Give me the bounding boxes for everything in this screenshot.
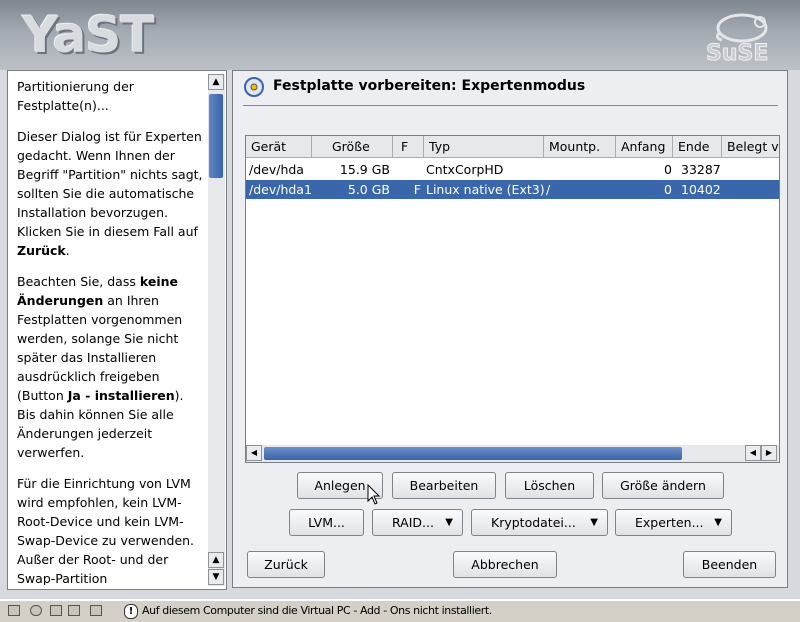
folder-icon[interactable] xyxy=(68,605,80,616)
scroll-right-icon[interactable]: ▶ xyxy=(761,445,777,461)
scroll-up-icon[interactable]: ▲ xyxy=(208,74,224,90)
abort-button[interactable]: Abbrechen xyxy=(453,551,557,578)
host-status-bar: ! Auf diesem Computer sind die Virtual P… xyxy=(0,600,800,622)
column-header-end[interactable]: Ende xyxy=(673,136,722,158)
column-header-mountpoint[interactable]: Mountp. xyxy=(544,136,616,158)
help-text: Partitionierung der Festplatte(n)... Die… xyxy=(17,77,203,585)
help-panel: Partitionierung der Festplatte(n)... Die… xyxy=(7,70,227,590)
finish-button[interactable]: Beenden xyxy=(683,551,776,578)
back-button[interactable]: Zurück xyxy=(247,551,325,578)
chevron-down-icon: ▼ xyxy=(590,517,598,528)
column-header-flag[interactable]: F xyxy=(393,136,424,158)
scroll-left-icon[interactable]: ◀ xyxy=(246,445,262,461)
partition-table[interactable]: Gerät Größe F Typ Mountp. Anfang Ende Be… xyxy=(245,135,780,463)
help-scrollbar[interactable]: ▲ ▲ ▼ xyxy=(208,74,225,586)
edit-button[interactable]: Bearbeiten xyxy=(392,472,496,499)
column-header-device[interactable]: Gerät xyxy=(246,136,312,158)
column-header-type[interactable]: Typ xyxy=(424,136,544,158)
expert-menu-button[interactable]: Experten... ▼ xyxy=(615,509,732,536)
info-icon: ! xyxy=(124,604,138,619)
chevron-down-icon: ▼ xyxy=(714,517,722,528)
cd-icon[interactable] xyxy=(30,605,42,616)
status-message: Auf diesem Computer sind die Virtual PC … xyxy=(142,604,492,617)
help-paragraph: Beachten Sie, dass keine Änderungen an I… xyxy=(17,274,184,460)
lvm-button[interactable]: LVM... xyxy=(289,509,364,536)
yast-header: YaST SuSE xyxy=(0,0,800,70)
mouse-cursor-icon xyxy=(367,484,381,505)
disk-icon xyxy=(244,77,264,97)
network-icon[interactable] xyxy=(90,605,102,616)
scroll-left-icon[interactable]: ◀ xyxy=(745,445,761,461)
column-header-used-by[interactable]: Belegt v xyxy=(722,136,779,158)
title-divider xyxy=(243,105,778,106)
help-scroll-thumb[interactable] xyxy=(209,94,223,178)
page-title: Festplatte vorbereiten: Expertenmodus xyxy=(273,78,586,94)
chevron-down-icon: ▼ xyxy=(445,517,453,528)
delete-button[interactable]: Löschen xyxy=(505,472,594,499)
raid-menu-button[interactable]: RAID... ▼ xyxy=(372,509,463,536)
scroll-down-icon[interactable]: ▼ xyxy=(208,569,224,585)
floppy-icon[interactable] xyxy=(50,605,62,616)
help-paragraph: Dieser Dialog ist für Experten gedacht. … xyxy=(17,129,203,258)
help-paragraph: Partitionierung der Festplatte(n)... xyxy=(17,79,134,113)
partitioner-panel: Festplatte vorbereiten: Expertenmodus Ge… xyxy=(232,70,788,588)
table-row-selected[interactable]: /dev/hda1 5.0 GB F Linux native (Ext3) /… xyxy=(246,180,779,199)
suse-logo-icon: SuSE xyxy=(706,13,769,64)
column-header-start[interactable]: Anfang xyxy=(616,136,673,158)
svg-text:SuSE: SuSE xyxy=(706,41,768,64)
column-header-size[interactable]: Größe xyxy=(312,136,393,158)
table-header: Gerät Größe F Typ Mountp. Anfang Ende Be… xyxy=(246,136,779,159)
scroll-up-icon[interactable]: ▲ xyxy=(208,552,224,568)
table-scroll-thumb[interactable] xyxy=(264,447,682,460)
resize-button[interactable]: Größe ändern xyxy=(602,472,724,499)
drive-icon[interactable] xyxy=(8,605,20,616)
table-row[interactable]: /dev/hda 15.9 GB CntxCorpHD 0 33287 xyxy=(246,160,779,179)
table-horizontal-scrollbar[interactable]: ◀ ◀ ▶ xyxy=(246,445,779,462)
crypt-menu-button[interactable]: Kryptodatei... ▼ xyxy=(471,509,608,536)
yast-logo: YaST xyxy=(22,6,154,64)
help-paragraph: Für die Einrichtung von LVM wird empfohl… xyxy=(17,476,195,585)
